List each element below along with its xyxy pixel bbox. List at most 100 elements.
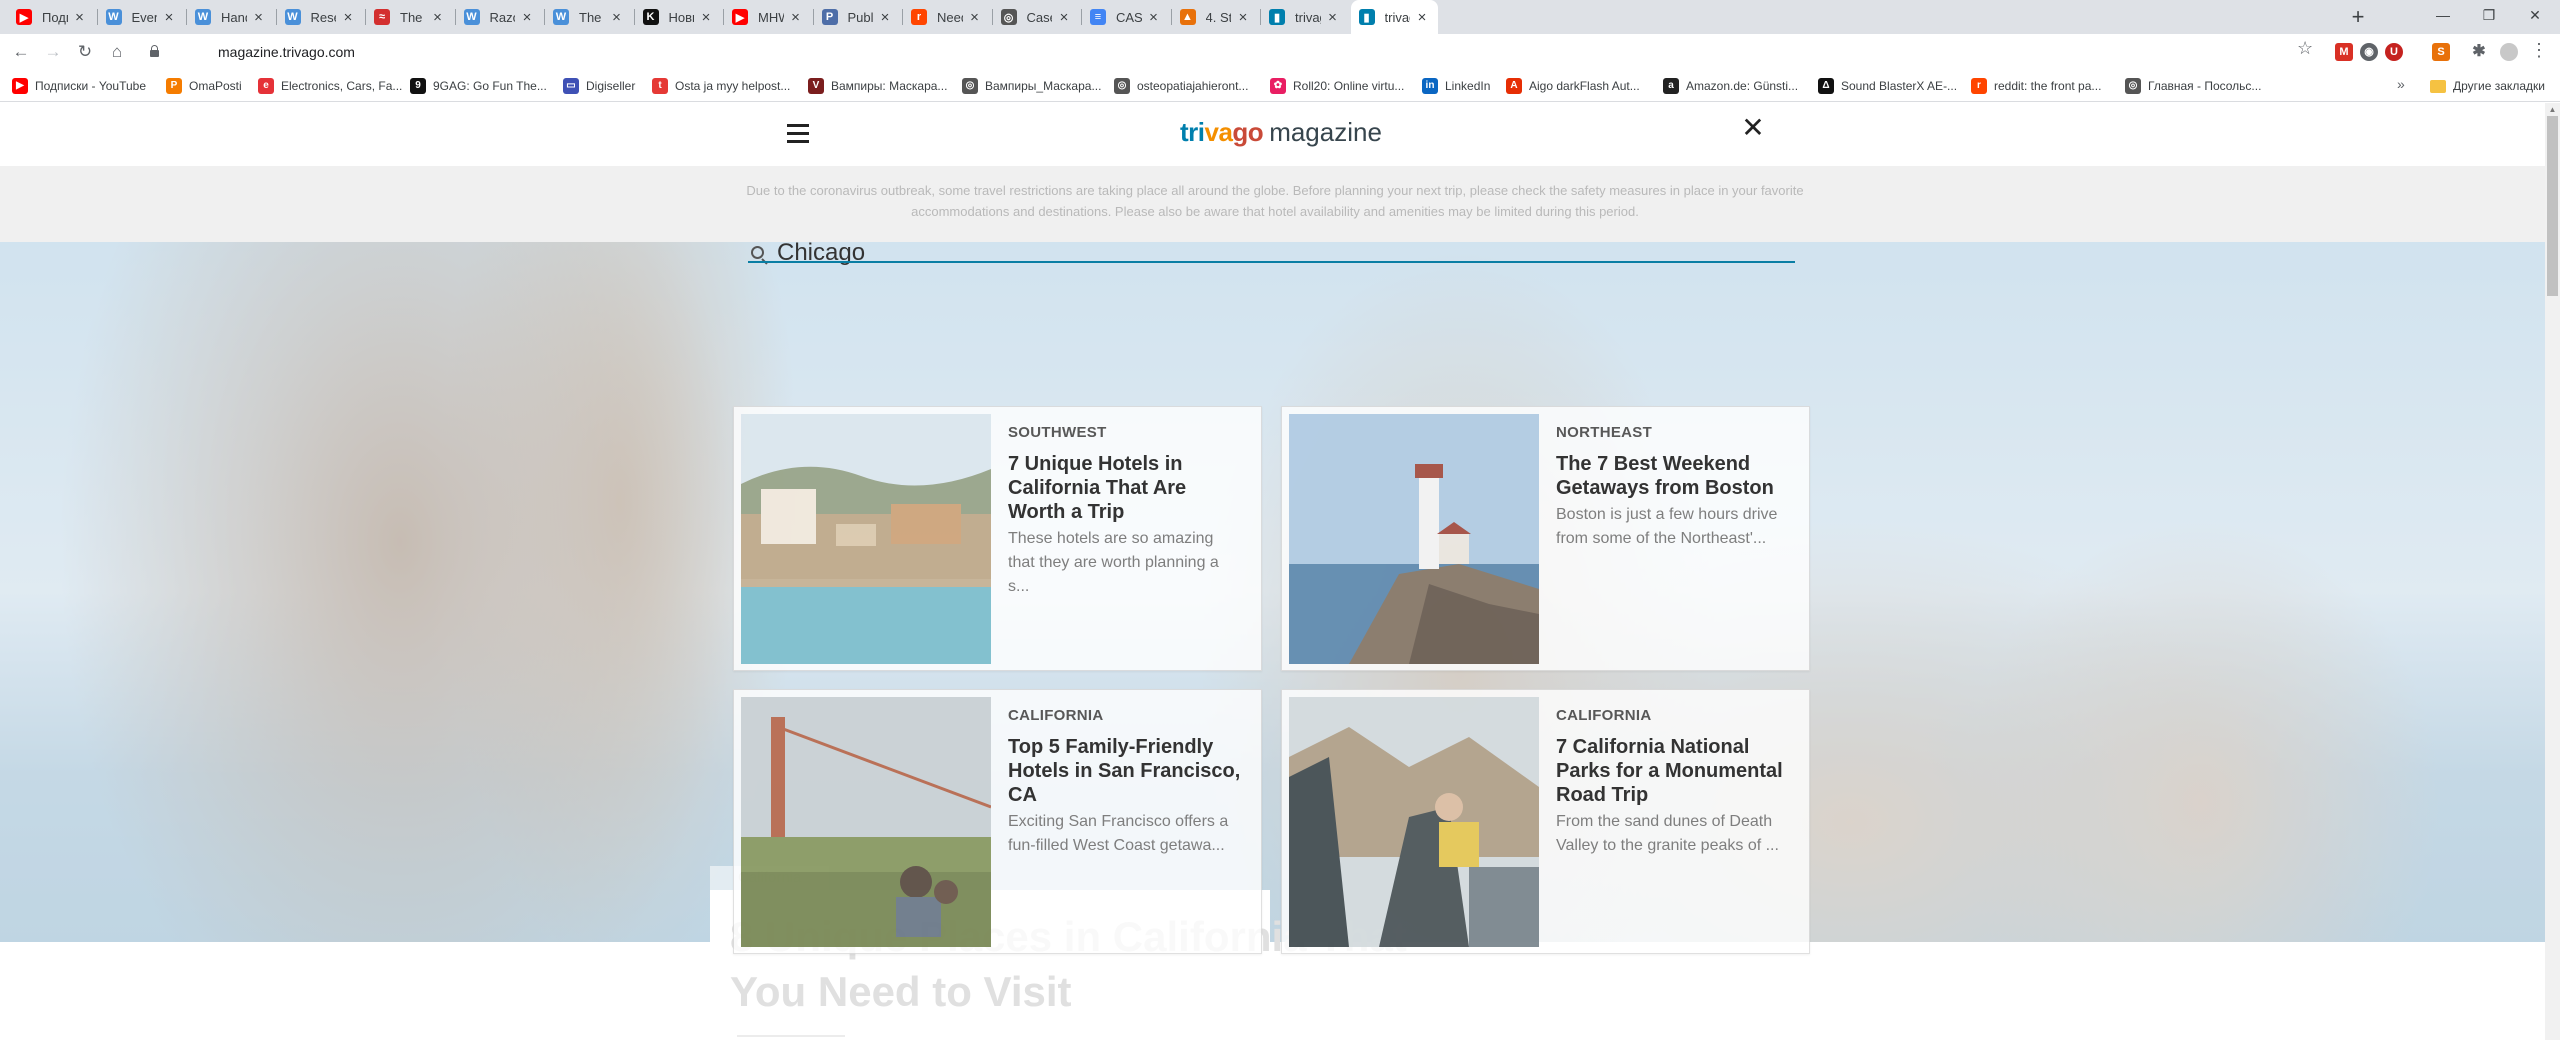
bookmark-item[interactable]: a Amazon.de: Günsti... (1663, 70, 1798, 102)
tab-separator (1260, 9, 1261, 25)
close-tab-icon[interactable]: × (1414, 9, 1430, 26)
folder-icon (2430, 79, 2446, 93)
bookmark-item[interactable]: ✿ Roll20: Online virtu... (1270, 70, 1404, 102)
close-tab-icon[interactable]: × (1146, 9, 1162, 26)
reddit-icon: r (911, 9, 927, 25)
close-tab-icon[interactable]: × (519, 9, 535, 26)
bookmark-item[interactable]: Δ Sound BlasterX AE-... (1818, 70, 1957, 102)
url-text[interactable]: magazine.trivago.com (218, 44, 355, 60)
close-tab-icon[interactable]: × (788, 9, 804, 26)
bookmark-item[interactable]: t Osta ja myy helpost... (652, 70, 790, 102)
scroll-up-arrow[interactable]: ▲ (2545, 103, 2560, 116)
profile-avatar[interactable] (2500, 43, 2518, 61)
close-window-button[interactable]: ✕ (2512, 0, 2558, 30)
close-tab-icon[interactable]: × (877, 9, 893, 26)
result-excerpt: Boston is just a few hours drive from so… (1556, 506, 1778, 547)
browser-tab[interactable]: ▮ trivago Magazi...× (1261, 0, 1349, 34)
tab-title: Подписки - YouTube (42, 9, 68, 25)
browser-tab[interactable]: r Need help with...× (903, 0, 991, 34)
bookmark-item[interactable]: P OmaPosti (166, 70, 242, 102)
bookmark-star-icon[interactable]: ☆ (2297, 38, 2313, 59)
close-tab-icon[interactable]: × (161, 9, 177, 26)
browser-tab[interactable]: W Handicraft Cha...× (187, 0, 275, 34)
article-thumbnail[interactable] (1289, 697, 1539, 947)
browser-tab[interactable]: ▶ Подписки - YouTube× (8, 0, 96, 34)
tab-separator (544, 9, 545, 25)
bookmark-label: OmaPosti (189, 79, 242, 93)
close-tab-icon[interactable]: × (430, 9, 446, 26)
tab-title: Need help with... (937, 9, 963, 25)
browser-tab[interactable]: ▲ 4. Start Test Re...× (1172, 0, 1260, 34)
bookmark-item[interactable]: V Вампиры: Маскара... (808, 70, 947, 102)
close-tab-icon[interactable]: × (609, 9, 625, 26)
result-title[interactable]: 7 Unique Hotels in California That Are W… (1008, 452, 1248, 524)
close-tab-icon[interactable]: × (1056, 9, 1072, 26)
bookmark-item[interactable]: A Aigo darkFlash Aut... (1506, 70, 1640, 102)
new-tab-button[interactable]: + (2345, 4, 2371, 30)
close-tab-icon[interactable]: × (1325, 9, 1341, 26)
home-button[interactable]: ⌂ (104, 39, 130, 65)
bookmark-item[interactable]: ▶ Подписки - YouTube (12, 70, 146, 102)
bookmark-item[interactable]: ▭ Digiseller (563, 70, 635, 102)
search-input[interactable] (777, 236, 1787, 270)
result-title[interactable]: 7 California National Parks for a Monume… (1556, 735, 1796, 807)
tab-title: Research Comm... (310, 9, 337, 25)
close-tab-icon[interactable]: × (72, 9, 88, 26)
lock-icon[interactable] (150, 45, 159, 57)
address-bar[interactable]: magazine.trivago.com (142, 38, 2322, 66)
scrollbar-thumb[interactable] (2547, 116, 2558, 296)
browser-tab[interactable]: ▶ MHW Iceborne...× (724, 0, 812, 34)
forward-button[interactable]: → (40, 39, 66, 65)
browser-tab[interactable]: W Razor Sharp Cl...× (456, 0, 544, 34)
search-result-card[interactable]: SOUTHWEST 7 Unique Hotels in California … (733, 406, 1262, 671)
browser-tab[interactable]: W Research Comm...× (277, 0, 365, 34)
browser-tab[interactable]: ▮ trivago Magazi...× (1350, 0, 1438, 34)
trivago-magazine-logo[interactable]: trivago magazine (1180, 117, 1382, 148)
gmail-extension-icon[interactable]: M (2335, 43, 2353, 61)
browser-tab[interactable]: W The Purr-fect R...× (545, 0, 633, 34)
vampire-icon: V (808, 78, 824, 94)
bookmark-item[interactable]: r reddit: the front pa... (1971, 70, 2101, 102)
close-tab-icon[interactable]: × (340, 9, 356, 26)
close-tab-icon[interactable]: × (1235, 9, 1251, 26)
bookmark-item[interactable]: ◎ osteopatiajahieront... (1114, 70, 1248, 102)
browser-tab[interactable]: P Public Profile S...× (814, 0, 902, 34)
browser-tab[interactable]: ◎ Case_Study_-Cl...× (993, 0, 1081, 34)
bookmark-item[interactable]: ◎ Вампиры_Маскара... (962, 70, 1101, 102)
bookmark-item[interactable]: e Electronics, Cars, Fa... (258, 70, 402, 102)
search-result-card[interactable]: CALIFORNIA 7 California National Parks f… (1281, 689, 1810, 954)
bookmark-item[interactable]: in LinkedIn (1422, 70, 1490, 102)
browser-tab[interactable]: W Event Quests Li...× (98, 0, 186, 34)
close-search-button[interactable]: ✕ (1740, 114, 1766, 142)
chrome-menu-icon[interactable]: ⋮ (2530, 40, 2548, 61)
close-tab-icon[interactable]: × (967, 9, 983, 26)
article-thumbnail[interactable] (1289, 414, 1539, 664)
other-bookmarks-folder[interactable]: Другие закладки (2430, 70, 2545, 102)
article-thumbnail[interactable] (741, 414, 991, 664)
bookmark-item[interactable]: 9 9GAG: Go Fun The... (410, 70, 547, 102)
hamburger-menu-icon[interactable] (787, 124, 809, 143)
result-title[interactable]: The 7 Best Weekend Getaways from Boston (1556, 452, 1796, 500)
search-result-card[interactable]: NORTHEAST The 7 Best Weekend Getaways fr… (1281, 406, 1810, 671)
restore-button[interactable]: ❐ (2466, 0, 2512, 30)
search-result-card[interactable]: CALIFORNIA Top 5 Family-Friendly Hotels … (733, 689, 1262, 954)
close-tab-icon[interactable]: × (251, 9, 267, 26)
extension-icon[interactable]: S (2432, 43, 2450, 61)
puzzle-extensions-icon[interactable]: ✱ (2470, 43, 2488, 61)
bookmark-item[interactable]: ◎ Главная - Посольс... (2125, 70, 2261, 102)
tab-title: trivago Magazi... (1384, 9, 1411, 25)
browser-tab[interactable]: ≡ CASE STUDY -...× (1082, 0, 1170, 34)
result-title[interactable]: Top 5 Family-Friendly Hotels in San Fran… (1008, 735, 1248, 807)
article-thumbnail[interactable] (741, 697, 991, 947)
ublock-extension-icon[interactable]: U (2385, 43, 2403, 61)
close-tab-icon[interactable]: × (698, 9, 714, 26)
bookmark-label: LinkedIn (1445, 79, 1491, 93)
browser-tab[interactable]: K Новый накал к...× (635, 0, 723, 34)
bookmarks-overflow-icon[interactable]: » (2397, 76, 2405, 92)
browser-tab[interactable]: ≈ The Best Weap...× (366, 0, 454, 34)
minimize-button[interactable]: — (2420, 0, 2466, 30)
extension-icon[interactable]: ◉ (2360, 43, 2378, 61)
reload-button[interactable]: ↻ (72, 39, 98, 65)
back-button[interactable]: ← (8, 39, 34, 65)
bookmark-label: Amazon.de: Günsti... (1686, 79, 1799, 93)
